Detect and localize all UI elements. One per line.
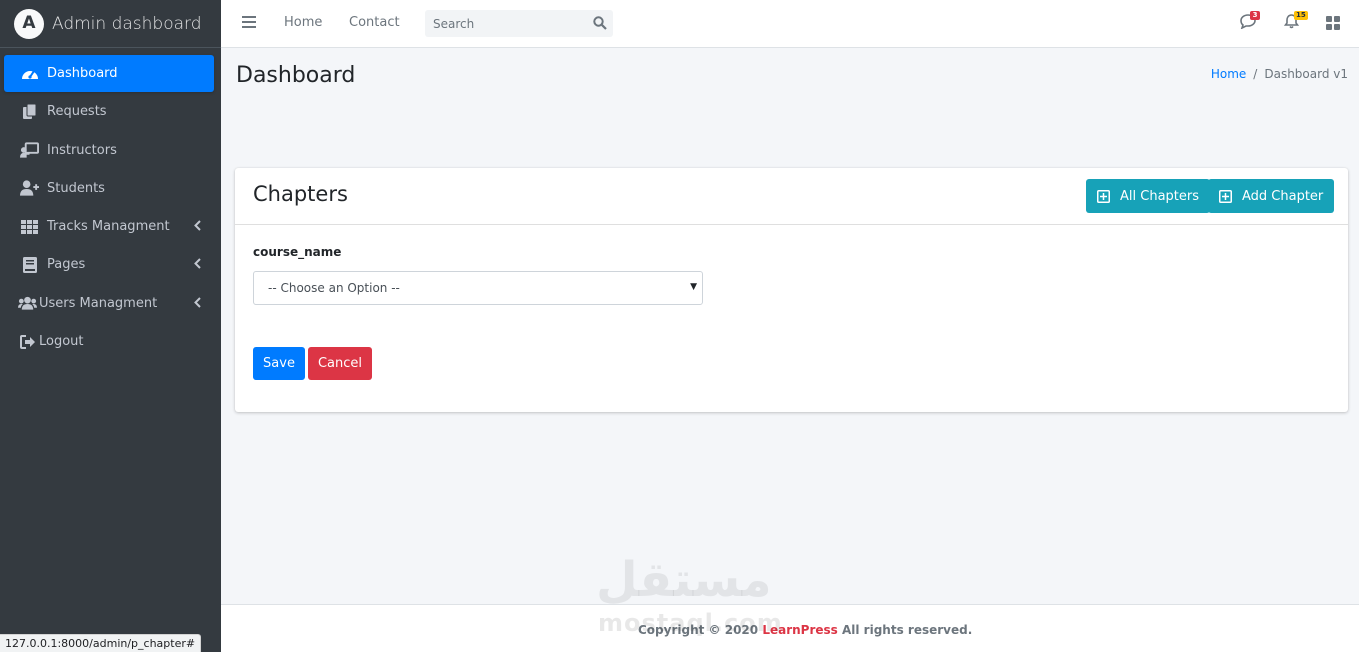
save-button[interactable]: Save	[253, 347, 305, 380]
sidebar-item-label: Requests	[47, 104, 107, 120]
page-title: Dashboard	[236, 63, 356, 88]
chalkboard-teacher-icon	[20, 142, 39, 158]
notifications-dropdown[interactable]: 15	[1283, 11, 1308, 33]
sidebar-nav: Dashboard Requests Instructors Students …	[0, 48, 221, 360]
copyright-suffix: All rights reserved.	[841, 623, 973, 637]
plus-square-icon	[1219, 189, 1232, 203]
copyright-prefix: Copyright © 2020	[638, 623, 759, 637]
navbar-search	[425, 10, 613, 37]
sidebar-item-dashboard[interactable]: Dashboard	[4, 55, 214, 92]
sidebar-item-instructors[interactable]: Instructors	[4, 132, 214, 169]
add-chapter-button[interactable]: Add Chapter	[1208, 179, 1335, 213]
select-value: -- Choose an Option --	[268, 281, 400, 295]
course-name-label: course_name	[253, 245, 342, 259]
tachometer-icon	[20, 66, 39, 82]
chevron-left-icon	[194, 297, 201, 312]
caret-down-icon: ▼	[690, 282, 697, 292]
th-large-icon[interactable]	[1326, 16, 1340, 34]
sidebar-item-label: Logout	[39, 334, 84, 350]
chevron-left-icon	[194, 220, 201, 235]
all-chapters-button[interactable]: All Chapters	[1086, 179, 1210, 213]
top-navbar: Home Contact 3 15	[221, 0, 1359, 48]
messages-dropdown[interactable]: 3	[1240, 11, 1260, 33]
search-input[interactable]	[425, 10, 575, 37]
hamburger-menu-icon[interactable]	[242, 16, 256, 32]
brand-logo-letter: A	[22, 13, 36, 33]
sidebar-item-students[interactable]: Students	[4, 170, 214, 207]
breadcrumb: Home / Dashboard v1	[1211, 67, 1348, 81]
search-icon[interactable]	[593, 16, 607, 34]
sidebar-item-requests[interactable]: Requests	[4, 93, 214, 130]
breadcrumb-separator: /	[1253, 67, 1258, 81]
sidebar-item-label: Pages	[47, 257, 86, 273]
brand-link[interactable]: A Admin dashboard	[0, 0, 221, 48]
copy-icon	[20, 103, 39, 120]
cancel-button[interactable]: Cancel	[308, 347, 372, 380]
nav-contact-link[interactable]: Contact	[349, 15, 400, 30]
sidebar-item-tracks-managment[interactable]: Tracks Managment	[4, 208, 214, 245]
brand-logo: A	[14, 8, 44, 39]
all-chapters-label: All Chapters	[1120, 188, 1199, 204]
sidebar-item-label: Students	[47, 180, 105, 196]
card-header: Chapters All Chapters Add Chapter	[235, 168, 1348, 225]
breadcrumb-home-link[interactable]: Home	[1211, 67, 1246, 81]
th-icon	[20, 219, 39, 235]
users-icon	[18, 295, 37, 311]
brand-title: Admin dashboard	[52, 13, 202, 34]
watermark-arabic-text: مستقل	[596, 552, 772, 608]
add-chapter-label: Add Chapter	[1242, 188, 1324, 204]
chevron-left-icon	[194, 258, 201, 273]
footer-copyright: Copyright © 2020 LearnPress All rights r…	[638, 623, 972, 637]
comments-icon	[1240, 14, 1257, 33]
user-plus-icon	[20, 180, 39, 196]
bell-icon	[1283, 14, 1300, 33]
sidebar-item-label: Dashboard	[47, 66, 118, 81]
card-title: Chapters	[253, 182, 348, 206]
footer-brand-link[interactable]: LearnPress	[762, 623, 837, 637]
book-icon	[20, 256, 39, 273]
breadcrumb-current: Dashboard v1	[1264, 67, 1348, 81]
sidebar-item-logout[interactable]: Logout	[4, 323, 214, 360]
sidebar-item-users-managment[interactable]: Users Managment	[4, 285, 214, 322]
sidebar-item-label: Users Managment	[39, 295, 158, 311]
plus-square-icon	[1097, 189, 1110, 203]
sidebar: A Admin dashboard Dashboard Requests Ins…	[0, 0, 221, 652]
course-name-select[interactable]: -- Choose an Option -- ▼	[253, 271, 703, 305]
browser-status-bar: 127.0.0.1:8000/admin/p_chapter#	[0, 634, 202, 652]
nav-home-link[interactable]: Home	[284, 15, 322, 30]
notifications-badge: 15	[1294, 11, 1308, 20]
footer: Copyright © 2020 LearnPress All rights r…	[221, 604, 1359, 652]
chapters-card: Chapters All Chapters Add Chapter course…	[235, 168, 1348, 412]
sidebar-item-label: Instructors	[47, 142, 117, 158]
sidebar-item-label: Tracks Managment	[47, 219, 170, 235]
sidebar-item-pages[interactable]: Pages	[4, 246, 214, 283]
messages-badge: 3	[1250, 11, 1260, 20]
sign-out-icon	[18, 334, 37, 350]
